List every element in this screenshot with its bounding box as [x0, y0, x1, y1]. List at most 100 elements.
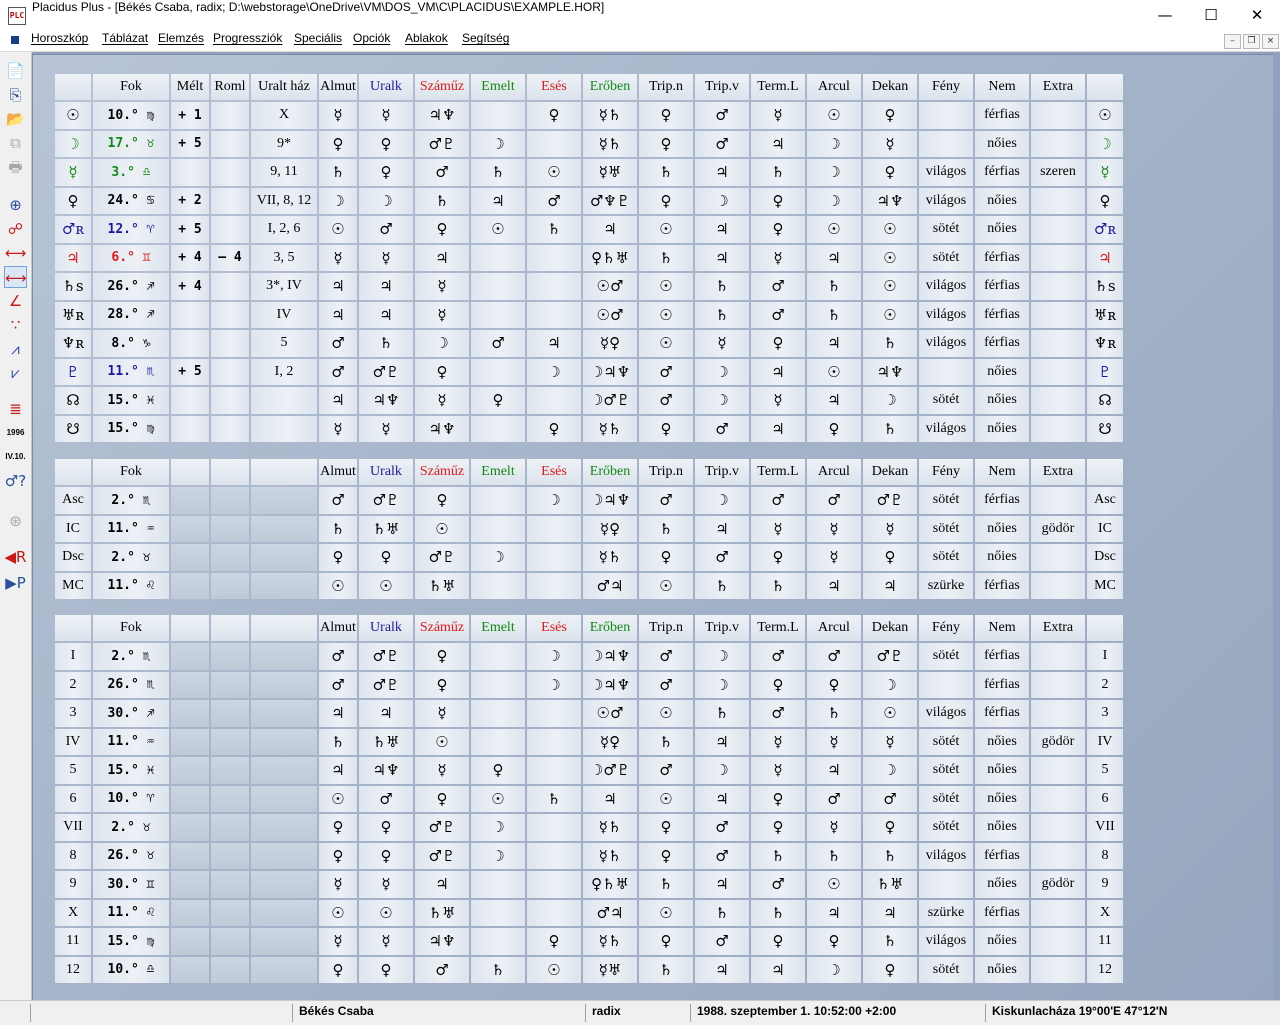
dots-icon[interactable]: ∵: [4, 314, 27, 336]
planets-cell[interactable]: férfias: [975, 273, 1029, 300]
houses-cell[interactable]: szürke: [919, 899, 973, 926]
houses-cell[interactable]: [471, 928, 525, 955]
angles-cell[interactable]: sötét: [919, 515, 973, 542]
planets-cell[interactable]: + 2: [171, 187, 209, 214]
angles-cell[interactable]: ☽: [527, 487, 581, 514]
houses-cell[interactable]: ☉: [639, 899, 693, 926]
houses-cell[interactable]: ♄: [319, 728, 357, 755]
angles-cell[interactable]: [471, 515, 525, 542]
houses-cell[interactable]: ♄: [863, 842, 917, 869]
planets-cell[interactable]: ☽: [695, 187, 749, 214]
houses-cell[interactable]: ♂: [359, 785, 413, 812]
planets-cell[interactable]: ☽: [55, 130, 91, 157]
planets-cell[interactable]: ☉: [55, 102, 91, 129]
angles-cell[interactable]: [251, 487, 317, 514]
planets-cell[interactable]: 11.° ♏: [93, 358, 169, 385]
planets-cell[interactable]: [171, 415, 209, 442]
houses-cell[interactable]: [251, 871, 317, 898]
houses-cell[interactable]: [211, 643, 249, 670]
planets-cell[interactable]: ☉: [639, 273, 693, 300]
houses-cell[interactable]: 8: [55, 842, 91, 869]
houses-cell[interactable]: ♃: [695, 728, 749, 755]
houses-cell[interactable]: 30.° ♊: [93, 871, 169, 898]
houses-cell[interactable]: [471, 899, 525, 926]
houses-cell[interactable]: 2: [1087, 671, 1123, 698]
angles-cell[interactable]: sötét: [919, 544, 973, 571]
houses-cell[interactable]: 15.° ♍: [93, 928, 169, 955]
planets-cell[interactable]: ♃: [695, 216, 749, 243]
planets-cell[interactable]: [527, 130, 581, 157]
houses-cell[interactable]: ♄: [695, 700, 749, 727]
angles-cell[interactable]: [171, 515, 209, 542]
planets-cell[interactable]: 12.° ♈: [93, 216, 169, 243]
houses-cell[interactable]: ♀: [639, 928, 693, 955]
houses-cell[interactable]: férfias: [975, 842, 1029, 869]
planets-cell[interactable]: ♀: [55, 187, 91, 214]
houses-cell[interactable]: ♄: [807, 700, 861, 727]
angles-cell[interactable]: [471, 572, 525, 599]
planets-cell[interactable]: ♂: [639, 358, 693, 385]
houses-cell[interactable]: ♂♇: [359, 643, 413, 670]
houses-cell[interactable]: ♀: [751, 785, 805, 812]
planets-cell[interactable]: ♄: [863, 330, 917, 357]
houses-cell[interactable]: [251, 700, 317, 727]
planets-cell[interactable]: + 5: [171, 130, 209, 157]
angles-cell[interactable]: MC: [1087, 572, 1123, 599]
houses-cell[interactable]: 26.° ♉: [93, 842, 169, 869]
planets-cell[interactable]: [211, 415, 249, 442]
planets-cell[interactable]: ☽: [1087, 130, 1123, 157]
angles-cell[interactable]: [251, 572, 317, 599]
planets-cell[interactable]: [211, 216, 249, 243]
planets-cell[interactable]: [1031, 330, 1085, 357]
houses-cell[interactable]: 12: [55, 956, 91, 983]
angles-cell[interactable]: ☿: [807, 515, 861, 542]
houses-cell[interactable]: ♃: [415, 871, 469, 898]
angles-cell[interactable]: [527, 572, 581, 599]
planets-cell[interactable]: [919, 130, 973, 157]
planets-cell[interactable]: [211, 358, 249, 385]
houses-cell[interactable]: ☿: [415, 700, 469, 727]
houses-cell[interactable]: [171, 871, 209, 898]
houses-cell[interactable]: férfias: [975, 899, 1029, 926]
aspect-line-icon[interactable]: ⟷: [4, 242, 27, 264]
planets-cell[interactable]: ☿♅: [583, 159, 637, 186]
menu-progressziok[interactable]: Progressziók: [213, 31, 282, 51]
angles-cell[interactable]: [211, 487, 249, 514]
houses-cell[interactable]: 3: [1087, 700, 1123, 727]
houses-cell[interactable]: X: [1087, 899, 1123, 926]
planets-cell[interactable]: ♃: [319, 301, 357, 328]
houses-cell[interactable]: 9: [55, 871, 91, 898]
houses-cell[interactable]: [471, 728, 525, 755]
planets-cell[interactable]: ☽: [807, 159, 861, 186]
planets-cell[interactable]: [471, 244, 525, 271]
planets-cell[interactable]: ♄: [527, 216, 581, 243]
houses-cell[interactable]: ☿: [319, 871, 357, 898]
angles-cell[interactable]: ♀: [359, 544, 413, 571]
houses-cell[interactable]: ♃♆: [415, 928, 469, 955]
houses-cell[interactable]: [171, 757, 209, 784]
houses-cell[interactable]: férfias: [975, 671, 1029, 698]
planets-cell[interactable]: ☉: [1087, 102, 1123, 129]
houses-cell[interactable]: sötét: [919, 757, 973, 784]
angles-cell[interactable]: [211, 572, 249, 599]
houses-cell[interactable]: ♀: [359, 814, 413, 841]
houses-cell[interactable]: ♀: [863, 956, 917, 983]
houses-cell[interactable]: ♄♅: [359, 728, 413, 755]
planets-cell[interactable]: ♃: [695, 244, 749, 271]
planets-cell[interactable]: ♀: [527, 415, 581, 442]
planets-cell[interactable]: 15.° ♍: [93, 415, 169, 442]
planets-cell[interactable]: 9, 11: [251, 159, 317, 186]
planets-cell[interactable]: + 1: [171, 102, 209, 129]
houses-cell[interactable]: 2.° ♉: [93, 814, 169, 841]
houses-cell[interactable]: ♃: [807, 757, 861, 784]
houses-cell[interactable]: ♂: [319, 671, 357, 698]
planets-cell[interactable]: + 5: [171, 358, 209, 385]
planets-cell[interactable]: ☉: [639, 301, 693, 328]
planets-cell[interactable]: ♄: [807, 273, 861, 300]
houses-cell[interactable]: 5: [1087, 757, 1123, 784]
houses-cell[interactable]: [211, 785, 249, 812]
houses-cell[interactable]: ☽: [807, 956, 861, 983]
houses-cell[interactable]: ♀: [359, 842, 413, 869]
houses-cell[interactable]: [527, 871, 581, 898]
houses-cell[interactable]: [251, 643, 317, 670]
